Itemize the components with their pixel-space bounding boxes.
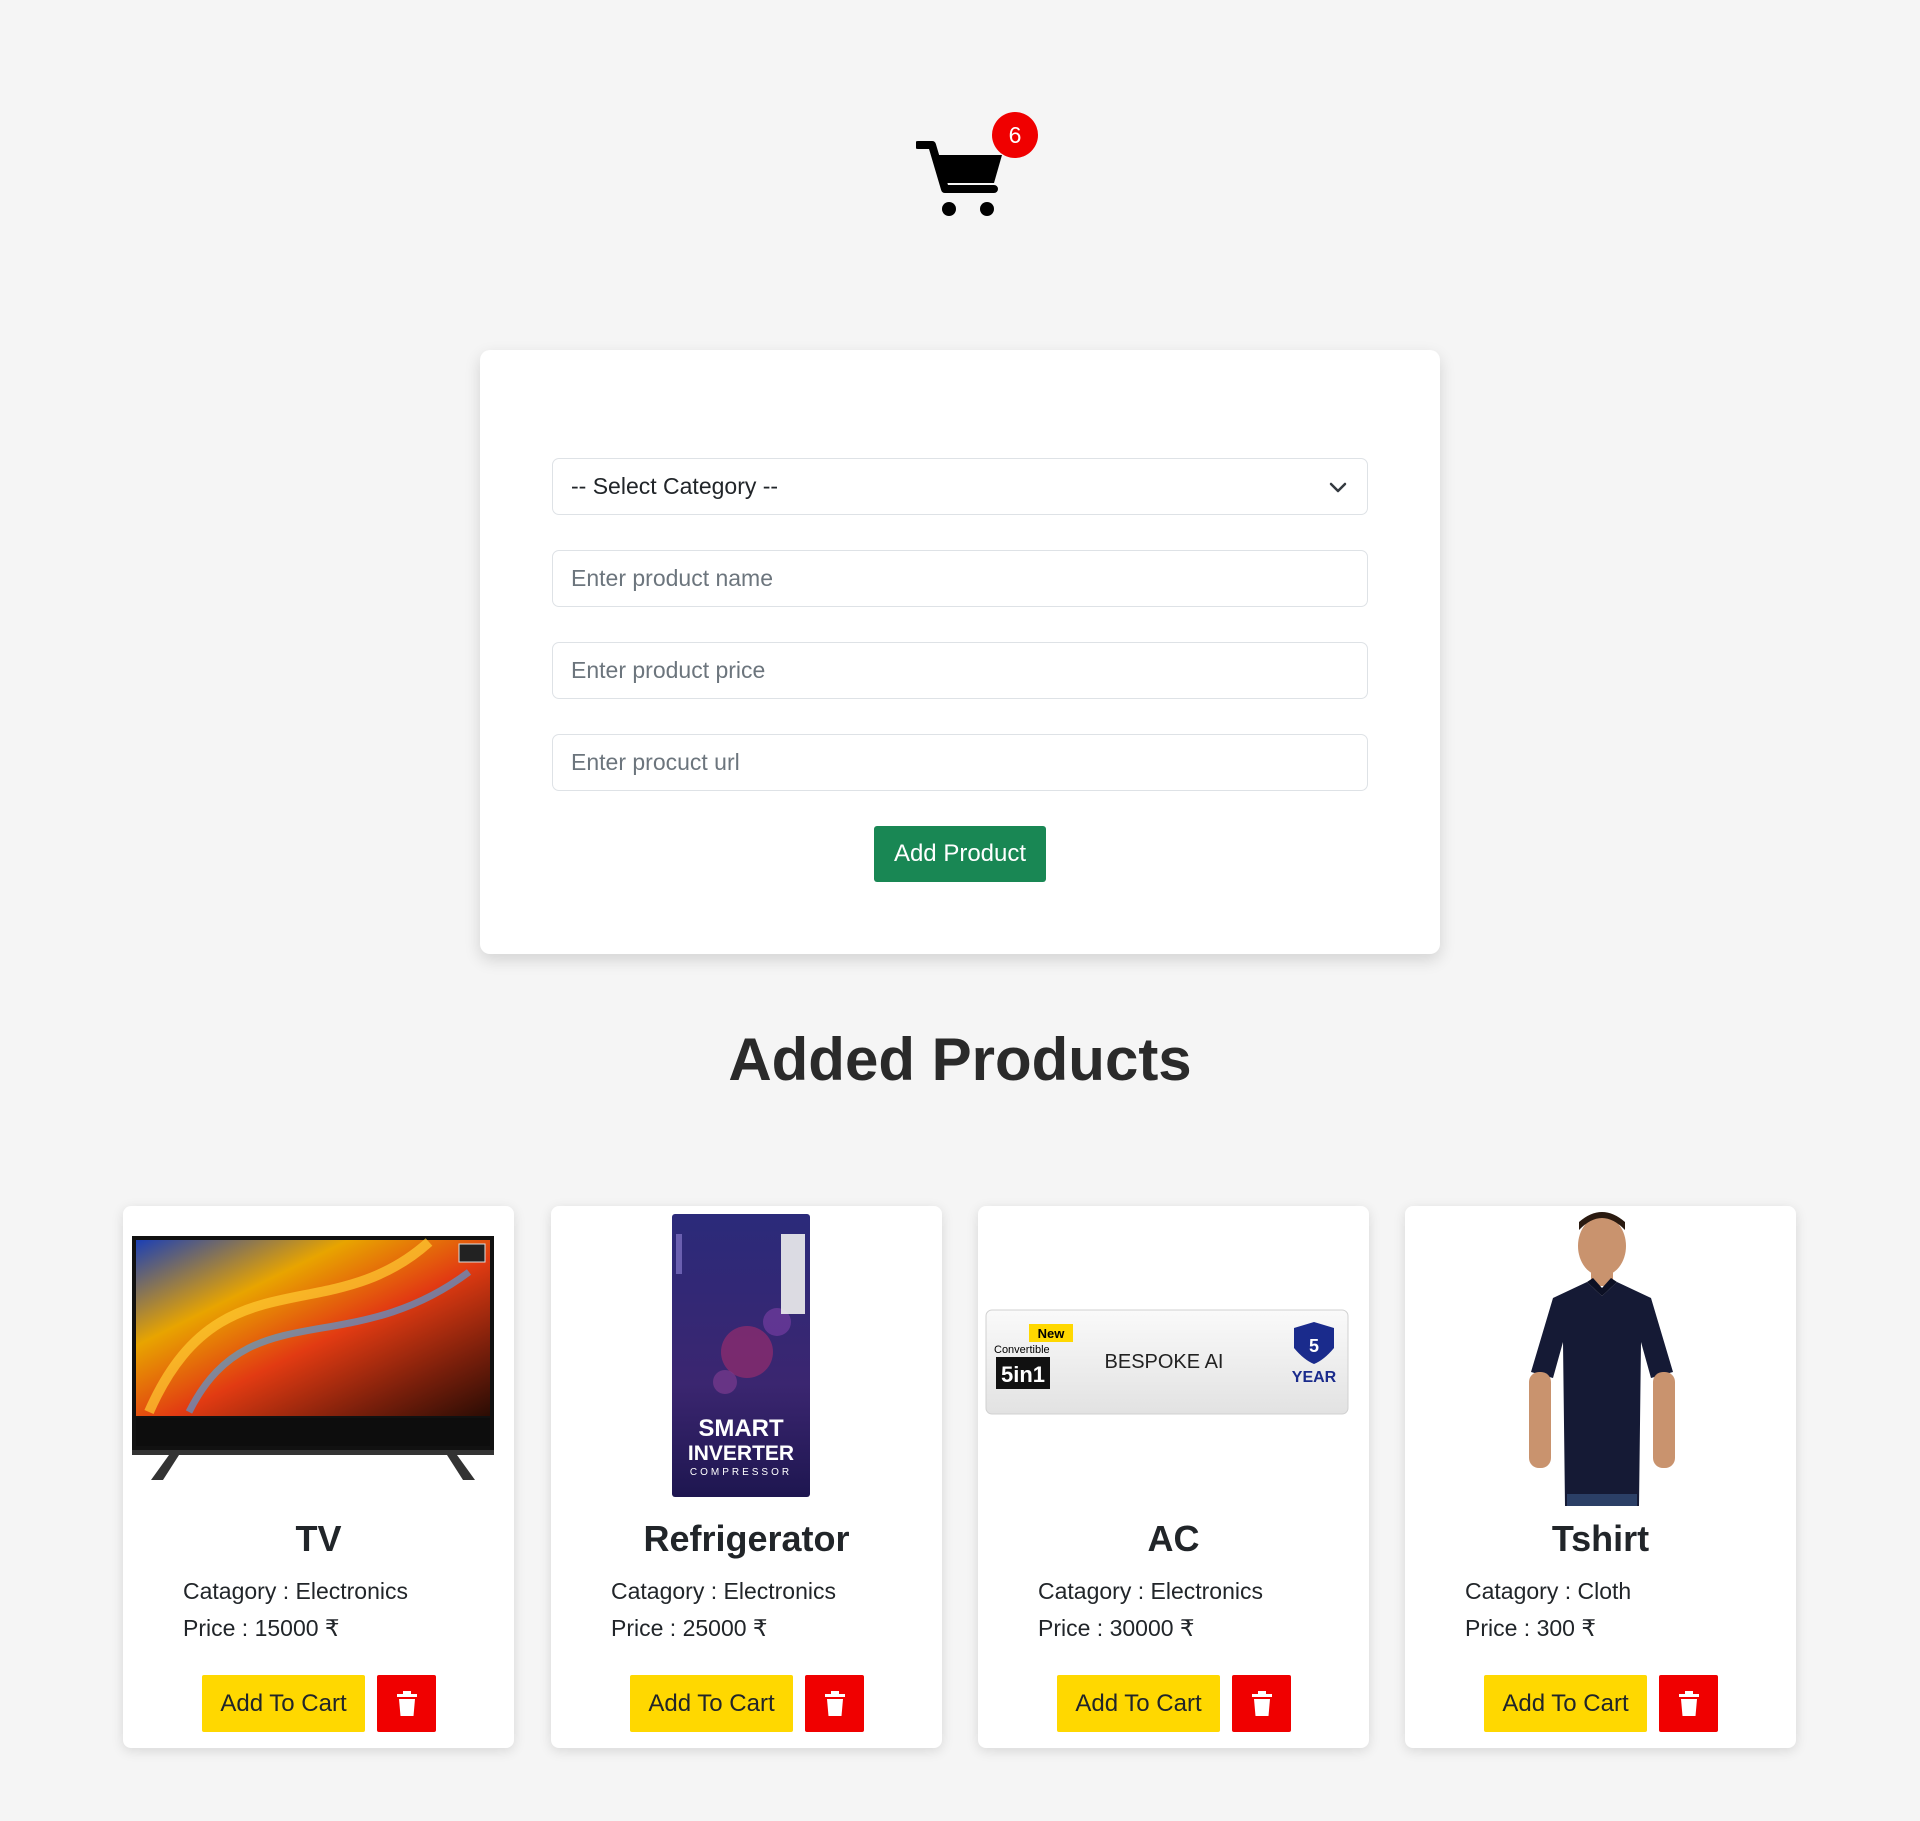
product-price: Price : 30000 ₹ <box>1038 1615 1195 1641</box>
svg-text:INVERTER: INVERTER <box>688 1442 794 1465</box>
section-title: Added Products <box>728 1026 1192 1093</box>
trash-icon <box>396 1690 417 1716</box>
product-image-tv <box>129 1212 508 1506</box>
product-category: Catagory : Electronics <box>611 1578 836 1604</box>
trash-icon <box>1251 1690 1272 1716</box>
product-name: AC <box>1147 1518 1200 1559</box>
add-product-form: -- Select Category -- Enter product name… <box>480 350 1440 954</box>
delete-button[interactable] <box>1232 1675 1291 1732</box>
product-image-ac: New Convertible 5in1 BESPOKE AI 5 YEAR <box>984 1212 1363 1506</box>
product-card: TV Catagory : Electronics Price : 15000 … <box>123 1206 514 1748</box>
product-image-refrigerator: SMART INVERTER COMPRESSOR <box>557 1212 936 1506</box>
svg-text:BESPOKE AI: BESPOKE AI <box>1105 1351 1224 1373</box>
product-price: Price : 25000 ₹ <box>611 1615 768 1641</box>
add-to-cart-button[interactable]: Add To Cart <box>202 1675 365 1732</box>
product-category: Catagory : Electronics <box>183 1578 408 1604</box>
svg-text:5in1: 5in1 <box>1001 1362 1045 1387</box>
product-url-input[interactable]: Enter procuct url <box>552 734 1368 791</box>
product-price: Price : 15000 ₹ <box>183 1615 340 1641</box>
product-card: Tshirt Catagory : Cloth Price : 300 ₹ Ad… <box>1405 1206 1796 1748</box>
trash-icon <box>1678 1690 1699 1716</box>
product-card: SMART INVERTER COMPRESSOR Refrigerator C… <box>551 1206 942 1748</box>
product-name: Refrigerator <box>643 1518 850 1559</box>
product-category: Catagory : Electronics <box>1038 1578 1263 1604</box>
add-to-cart-button[interactable]: Add To Cart <box>1057 1675 1220 1732</box>
delete-button[interactable] <box>1659 1675 1718 1732</box>
product-name-input[interactable]: Enter product name <box>552 550 1368 607</box>
svg-text:YEAR: YEAR <box>1292 1369 1337 1386</box>
add-product-button[interactable]: Add Product <box>874 826 1046 882</box>
product-name: TV <box>295 1518 342 1559</box>
svg-text:COMPRESSOR: COMPRESSOR <box>690 1467 792 1478</box>
add-to-cart-button[interactable]: Add To Cart <box>630 1675 793 1732</box>
cart-button[interactable] <box>916 137 1006 219</box>
trash-icon <box>824 1690 845 1716</box>
product-category: Catagory : Cloth <box>1465 1578 1632 1604</box>
shopping-cart-icon <box>916 141 1002 216</box>
svg-text:Convertible: Convertible <box>994 1344 1050 1356</box>
add-to-cart-button[interactable]: Add To Cart <box>1484 1675 1647 1732</box>
product-image-tshirt <box>1411 1212 1790 1506</box>
category-select[interactable]: -- Select Category -- <box>552 458 1368 515</box>
svg-text:New: New <box>1038 1326 1066 1341</box>
cart-count-badge: 6 <box>992 112 1038 158</box>
delete-button[interactable] <box>805 1675 864 1732</box>
svg-text:SMART: SMART <box>698 1415 784 1442</box>
category-select-value: -- Select Category -- <box>571 473 779 499</box>
product-price: Price : 300 ₹ <box>1465 1615 1596 1641</box>
product-card: New Convertible 5in1 BESPOKE AI 5 YEAR A… <box>978 1206 1369 1748</box>
delete-button[interactable] <box>377 1675 436 1732</box>
product-name: Tshirt <box>1551 1518 1650 1559</box>
product-price-input[interactable]: Enter product price <box>552 642 1368 699</box>
chevron-down-icon <box>1327 476 1349 498</box>
svg-text:5: 5 <box>1309 1336 1319 1356</box>
